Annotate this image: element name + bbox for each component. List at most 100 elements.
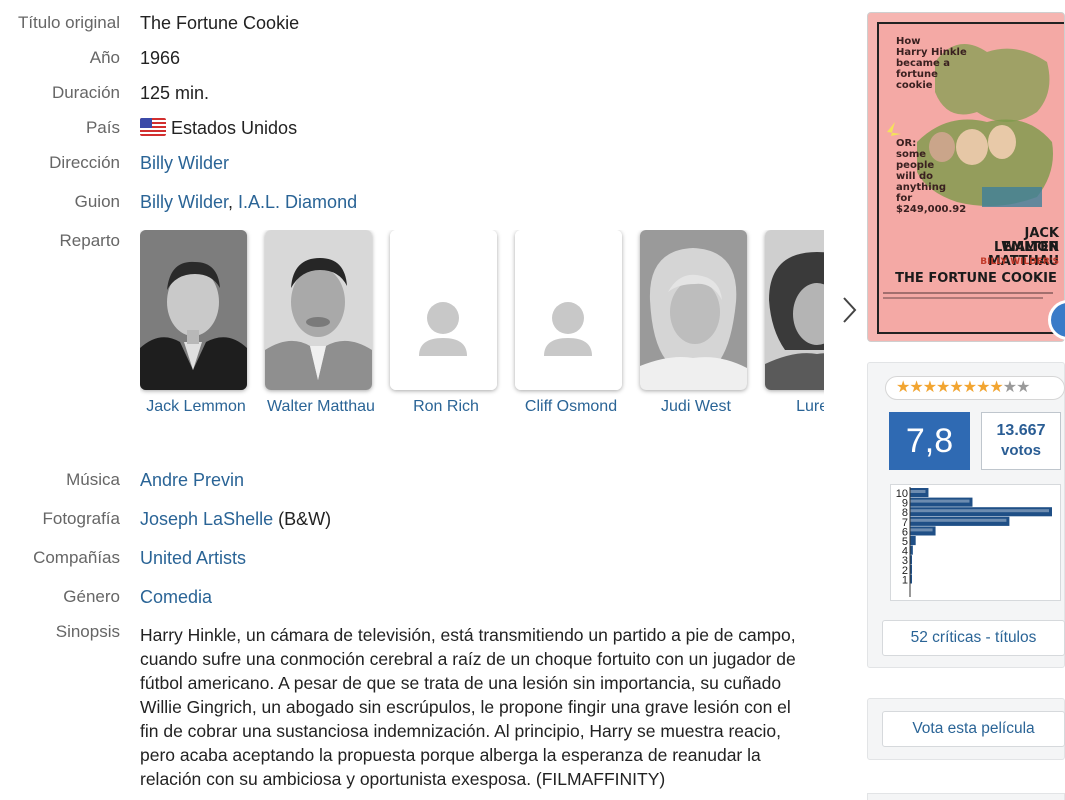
- company-link[interactable]: United Artists: [140, 548, 246, 568]
- poster-tagline-line: for: [896, 193, 913, 204]
- cast-label: Reparto: [59, 231, 120, 250]
- synopsis-line: Willie Gingrich, un abogado sin escrúpul…: [140, 697, 791, 717]
- genre-label: Género: [63, 587, 120, 606]
- star-filled-icon: ★: [896, 379, 910, 396]
- histogram-bar: [910, 536, 916, 546]
- cinematographer-link[interactable]: Joseph LaShelle: [140, 509, 273, 529]
- genre-value: Comedia: [140, 587, 212, 608]
- actor-photo[interactable]: [765, 230, 824, 390]
- screenwriter-link[interactable]: I.A.L. Diamond: [238, 192, 357, 212]
- duration-label: Duración: [51, 83, 120, 102]
- poster-tagline-line: anything: [896, 182, 946, 193]
- next-panel: [867, 793, 1065, 800]
- cast-name[interactable]: Ron Rich: [390, 398, 502, 416]
- screenplay-label: Guion: [74, 192, 120, 211]
- synopsis-text: Harry Hinkle, un cámara de televisión, e…: [140, 623, 850, 791]
- histogram-bar-highlight: [910, 518, 1007, 522]
- poster-tagline-line: will do: [896, 171, 934, 182]
- star-filled-icon: ★: [909, 379, 923, 396]
- star-empty-icon: ★: [1016, 379, 1030, 396]
- cast-name[interactable]: Walter Matthau: [265, 398, 377, 416]
- cast-carousel: Jack Lemmon Walter Matthau Ron Rich Clif…: [140, 230, 824, 430]
- star-filled-icon: ★: [976, 379, 990, 396]
- photography-label: Fotografía: [42, 509, 121, 528]
- user-placeholder-icon: [515, 230, 622, 390]
- actor-photo[interactable]: [640, 230, 747, 390]
- poster-credit: BILLY WILDER'S: [980, 257, 1059, 267]
- poster-credits-block: [883, 292, 1053, 299]
- user-placeholder-icon: [390, 230, 497, 390]
- star-filled-icon: ★: [989, 379, 1003, 396]
- synopsis-line: cuando sufre una conmoción cerebral a ra…: [140, 649, 796, 669]
- histogram-bar-highlight: [910, 499, 970, 503]
- genre-link[interactable]: Comedia: [140, 587, 212, 607]
- vote-movie-button[interactable]: Vota esta película: [882, 711, 1065, 747]
- direction-value: Billy Wilder: [140, 153, 229, 174]
- cast-name[interactable]: Lurene: [765, 398, 824, 416]
- poster-tagline-line: $249,000.92: [896, 204, 967, 215]
- synopsis-line: Harry Hinkle, un cámara de televisión, e…: [140, 625, 796, 645]
- poster-tagline-line: people: [896, 160, 935, 171]
- duration-value: 125 min.: [140, 83, 210, 103]
- vote-count-number: 13.667: [996, 422, 1046, 439]
- director-link[interactable]: Billy Wilder: [140, 153, 229, 173]
- vote-count[interactable]: 13.667 votos: [981, 412, 1061, 470]
- star-filled-icon: ★: [949, 379, 963, 396]
- poster-tagline-top: How Harry Hinkle became a fortune cookie: [896, 36, 967, 91]
- histogram-bar-highlight: [910, 490, 926, 493]
- actor-photo[interactable]: [140, 230, 247, 390]
- companies-label: Compañías: [33, 548, 120, 567]
- screenwriter-link[interactable]: Billy Wilder: [140, 192, 228, 212]
- companies-value: United Artists: [140, 548, 246, 569]
- year-value: 1966: [140, 48, 181, 68]
- us-flag-icon: [140, 118, 166, 136]
- original-title-value: The Fortune Cookie: [140, 13, 300, 33]
- movie-poster[interactable]: How Harry Hinkle became a fortune cookie…: [867, 12, 1065, 342]
- synopsis-line: relación con su ambiciosa y oportunista …: [140, 769, 666, 789]
- rating-histogram: 10 9 8 7 6 5 4 3 2 1: [890, 484, 1061, 601]
- screenwriter-separator: ,: [228, 192, 239, 212]
- poster-tagline-bottom: OR: some people will do anything for $24…: [896, 138, 966, 215]
- poster-tagline-line: some: [896, 149, 927, 160]
- poster-tagline-line: Harry Hinkle: [896, 47, 967, 58]
- composer-link[interactable]: Andre Previn: [140, 470, 244, 490]
- poster-tagline-line: How: [896, 36, 921, 47]
- cast-name[interactable]: Jack Lemmon: [140, 398, 252, 416]
- actor-photo-placeholder[interactable]: [515, 230, 622, 390]
- synopsis-line: pero acaba aceptando la propuesta porque…: [140, 745, 761, 765]
- synopsis-label: Sinopsis: [55, 622, 120, 641]
- actor-photo[interactable]: [265, 230, 372, 390]
- average-rating: 7,8: [889, 412, 970, 470]
- star-rating: ★★★★★★★★★★: [885, 376, 1065, 400]
- poster-tagline-line: fortune: [896, 69, 938, 80]
- actor-photo-placeholder[interactable]: [390, 230, 497, 390]
- poster-artwork: How Harry Hinkle became a fortune cookie…: [877, 22, 1064, 334]
- music-value: Andre Previn: [140, 470, 244, 491]
- star-filled-icon: ★: [922, 379, 937, 396]
- critics-link[interactable]: 52 críticas - títulos: [882, 620, 1065, 656]
- star-filled-icon: ★: [962, 379, 977, 396]
- music-label: Música: [66, 470, 120, 489]
- country-value: Estados Unidos: [140, 118, 297, 139]
- star-empty-icon: ★: [1002, 379, 1017, 396]
- screenplay-value: Billy Wilder, I.A.L. Diamond: [140, 192, 357, 213]
- histogram-bar-highlight: [910, 528, 933, 532]
- photography-value: Joseph LaShelle (B&W): [140, 509, 331, 530]
- histogram-bar-highlight: [910, 509, 1049, 513]
- year-label: Año: [89, 48, 120, 67]
- poster-title: THE FORTUNE COOKIE: [895, 271, 1057, 286]
- histogram-score-label: 1: [902, 574, 908, 586]
- direction-label: Dirección: [49, 153, 120, 172]
- photography-note: (B&W): [273, 509, 332, 529]
- cast-name[interactable]: Cliff Osmond: [515, 398, 627, 416]
- poster-tagline-line: cookie: [896, 80, 933, 91]
- original-title-label: Título original: [17, 13, 120, 32]
- vote-count-label: votos: [1000, 442, 1041, 459]
- poster-tagline-line: OR:: [896, 138, 917, 149]
- synopsis-line: fútbol americano. A pesar de que se trat…: [140, 673, 782, 693]
- cast-name[interactable]: Judi West: [640, 398, 752, 416]
- star-filled-icon: ★: [936, 379, 950, 396]
- poster-tagline-line: became a: [896, 58, 951, 69]
- country-name: Estados Unidos: [171, 118, 298, 138]
- chevron-right-icon[interactable]: [836, 290, 862, 330]
